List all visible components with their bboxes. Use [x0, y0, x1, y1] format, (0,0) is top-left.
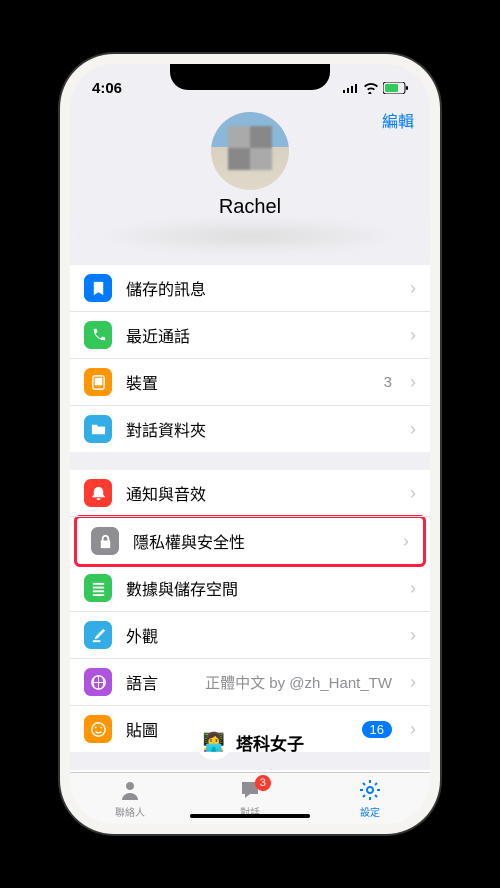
- tab-settings[interactable]: 設定: [310, 773, 430, 824]
- settings-group: 詢問問題 ›: [70, 770, 430, 772]
- contacts-icon: [118, 778, 142, 802]
- notch: [170, 64, 330, 90]
- chevron-right-icon: ›: [410, 578, 416, 599]
- globe-icon: [84, 668, 112, 696]
- settings-icon: [358, 778, 382, 802]
- tab-badge: 3: [255, 775, 271, 791]
- settings-row-sticker[interactable]: 貼圖 16 ›: [70, 706, 430, 752]
- profile-name: Rachel: [84, 196, 416, 219]
- chevron-right-icon: ›: [410, 719, 416, 740]
- avatar[interactable]: [211, 112, 289, 190]
- row-label: 貼圖: [126, 717, 348, 741]
- lock-icon: [91, 527, 119, 555]
- chevron-right-icon: ›: [410, 672, 416, 693]
- settings-row-folder[interactable]: 對話資料夾 ›: [70, 406, 430, 452]
- settings-group: 通知與音效 › 隱私權與安全性 › 數據與儲存空間 › 外觀 › 語言 正體中文…: [70, 470, 430, 752]
- row-badge: 16: [362, 721, 392, 738]
- wifi-icon: [363, 83, 379, 94]
- settings-row-globe[interactable]: 語言 正體中文 by @zh_Hant_TW ›: [70, 659, 430, 706]
- chevron-right-icon: ›: [410, 419, 416, 440]
- row-value: 正體中文 by @zh_Hant_TW: [205, 672, 392, 693]
- settings-group: 儲存的訊息 › 最近通話 › 裝置 3 › 對話資料夾 ›: [70, 265, 430, 452]
- folder-icon: [84, 415, 112, 443]
- chevron-right-icon: ›: [410, 325, 416, 346]
- home-indicator: [190, 814, 310, 818]
- battery-icon: [383, 82, 408, 94]
- row-label: 語言: [126, 670, 191, 694]
- row-label: 數據與儲存空間: [126, 576, 396, 600]
- data-icon: [84, 574, 112, 602]
- row-value: 3: [384, 374, 392, 391]
- status-icons: [342, 82, 408, 94]
- profile-subtitle: [84, 221, 416, 251]
- bell-icon: [84, 479, 112, 507]
- chevron-right-icon: ›: [403, 531, 409, 552]
- chevron-right-icon: ›: [410, 372, 416, 393]
- settings-row-chat[interactable]: 詢問問題 ›: [70, 770, 430, 772]
- highlight-privacy: 隱私權與安全性 ›: [74, 515, 426, 567]
- sticker-icon: [84, 715, 112, 743]
- profile-header: 編輯 Rachel: [70, 104, 430, 265]
- status-time: 4:06: [92, 80, 122, 97]
- settings-row-phone[interactable]: 最近通話 ›: [70, 312, 430, 359]
- row-label: 隱私權與安全性: [133, 529, 389, 553]
- settings-row-bookmark[interactable]: 儲存的訊息 ›: [70, 265, 430, 312]
- chevron-right-icon: ›: [410, 625, 416, 646]
- device-icon: [84, 368, 112, 396]
- phone-screen: 4:06 編輯 Rachel 儲存的訊息 › 最近通話 › 裝置 3 › 對話資…: [70, 64, 430, 824]
- chevron-right-icon: ›: [410, 483, 416, 504]
- chevron-right-icon: ›: [410, 278, 416, 299]
- row-label: 對話資料夾: [126, 417, 396, 441]
- row-label: 最近通話: [126, 323, 396, 347]
- signal-icon: [342, 83, 359, 94]
- phone-icon: [84, 321, 112, 349]
- row-label: 外觀: [126, 623, 396, 647]
- edit-button[interactable]: 編輯: [382, 108, 414, 132]
- settings-row-bell[interactable]: 通知與音效 ›: [70, 470, 430, 517]
- tab-label: 設定: [360, 804, 380, 819]
- row-label: 通知與音效: [126, 481, 396, 505]
- row-label: 裝置: [126, 370, 370, 394]
- settings-row-brush[interactable]: 外觀 ›: [70, 612, 430, 659]
- settings-row-data[interactable]: 數據與儲存空間 ›: [70, 565, 430, 612]
- row-label: 儲存的訊息: [126, 276, 396, 300]
- settings-list[interactable]: 儲存的訊息 › 最近通話 › 裝置 3 › 對話資料夾 › 通知與音效 ›: [70, 265, 430, 772]
- tab-contacts[interactable]: 聯絡人: [70, 773, 190, 824]
- phone-frame: 4:06 編輯 Rachel 儲存的訊息 › 最近通話 › 裝置 3 › 對話資…: [60, 54, 440, 834]
- settings-row-device[interactable]: 裝置 3 ›: [70, 359, 430, 406]
- brush-icon: [84, 621, 112, 649]
- bookmark-icon: [84, 274, 112, 302]
- settings-row-lock[interactable]: 隱私權與安全性 ›: [77, 518, 423, 564]
- tab-label: 聯絡人: [115, 804, 145, 819]
